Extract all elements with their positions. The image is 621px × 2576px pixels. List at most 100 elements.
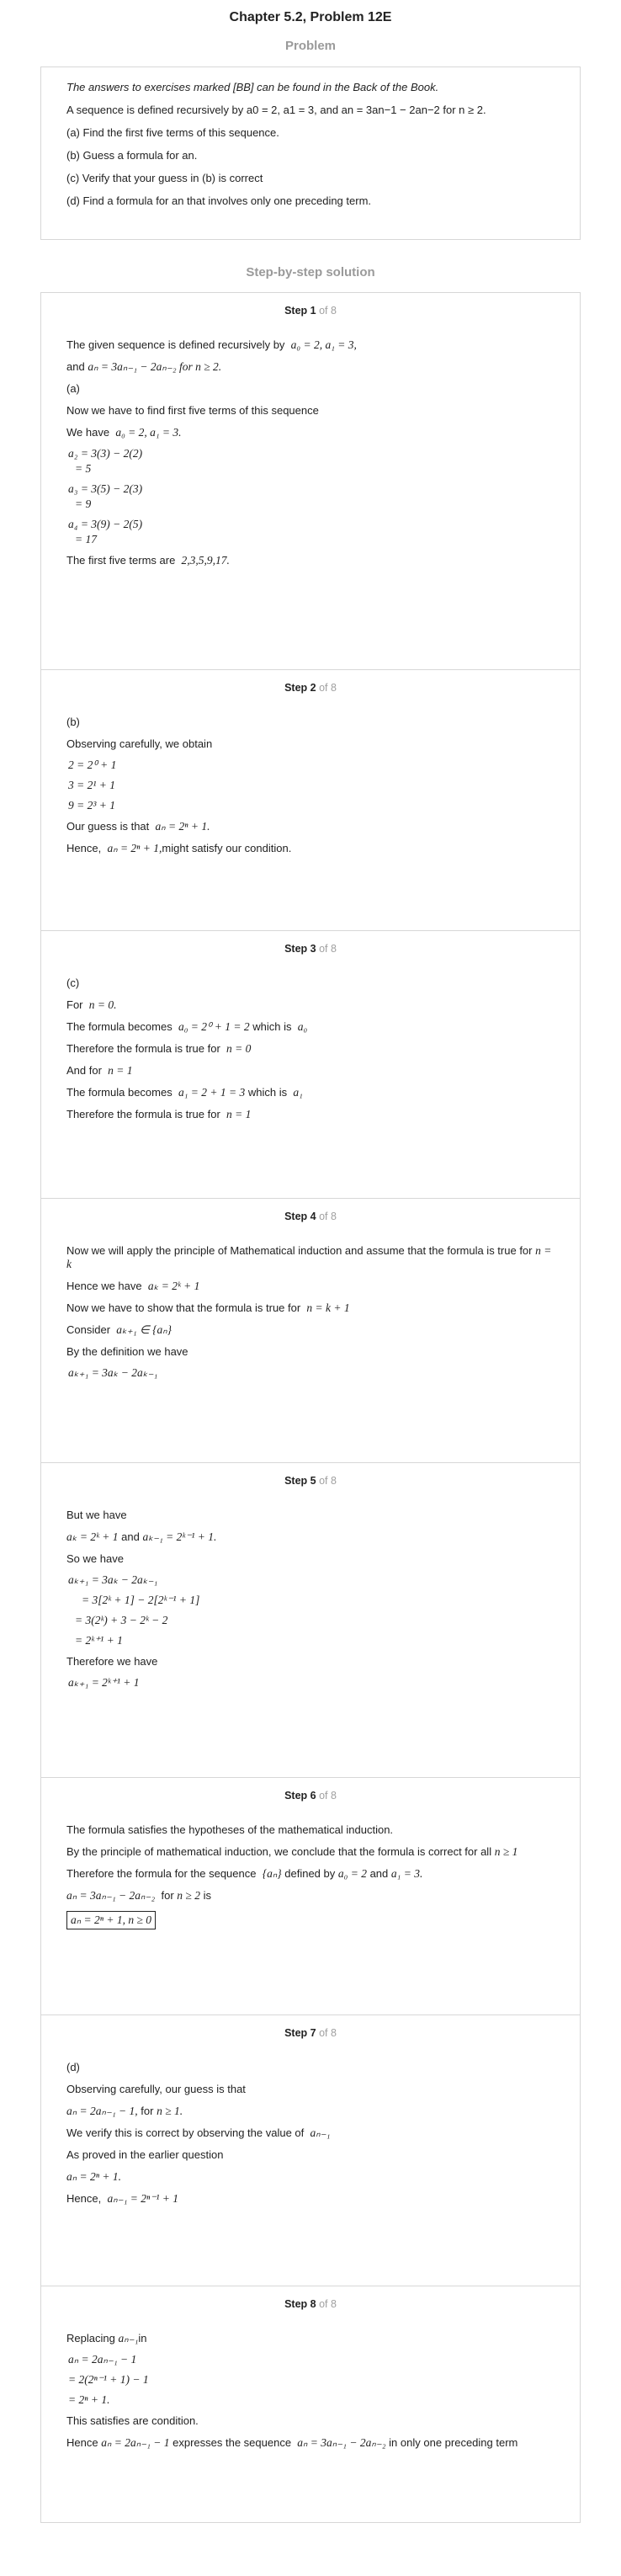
math: aₖ = 2ᵏ + 1 — [147, 1280, 200, 1292]
problem-heading: Problem — [284, 39, 336, 53]
text: Now we will apply the principle of Mathe… — [66, 1244, 533, 1257]
step-title: Step 5 of 8 — [66, 1475, 555, 1487]
step-title: Step 3 of 8 — [66, 943, 555, 955]
text-line: The formula becomes a₁ = 2 + 1 = 3 which… — [66, 1086, 555, 1099]
text: which is — [252, 1020, 292, 1033]
step-label: Step 5 — [284, 1475, 316, 1487]
math: a₀ = 2, a₁ = 3. — [115, 426, 182, 439]
step-total: of 8 — [319, 1790, 337, 1802]
math: aₙ = 2ⁿ + 1, — [107, 842, 162, 854]
step-total: of 8 — [319, 305, 337, 317]
text-line: Hence, aₙ₋₁ = 2ⁿ⁻¹ + 1 — [66, 2192, 555, 2206]
step-label: Step 6 — [284, 1790, 316, 1802]
text: defined by — [284, 1867, 336, 1880]
math: a₀ = 2 — [337, 1867, 367, 1880]
math: aₖ₋₁ = 2ᵏ⁻¹ + 1. — [142, 1530, 217, 1543]
math: a₀ = 2⁰ + 1 = 2 — [178, 1020, 250, 1033]
math: aₙ = 3aₙ₋₁ − 2aₙ₋₂ — [66, 1889, 156, 1902]
text-line: (d) — [66, 2061, 80, 2073]
equation: = 17 — [75, 533, 97, 546]
step-title: Step 1 of 8 — [66, 305, 555, 317]
equation: = 5 — [75, 462, 92, 475]
text: and — [369, 1867, 389, 1880]
math: n = 1 — [226, 1108, 252, 1120]
text-line: (b) — [66, 716, 80, 728]
math: a₁ = 3. — [390, 1867, 423, 1880]
problem-box: The answers to exercises marked [BB] can… — [40, 67, 581, 240]
text-line: aₙ = 2aₙ₋₁ − 1, for n ≥ 1. — [66, 2105, 555, 2118]
step-8: Step 8 of 8 Replacing aₙ₋₁in aₙ = 2aₙ₋₁ … — [41, 2286, 580, 2522]
equation: = 2(2ⁿ⁻¹ + 1) − 1 — [68, 2373, 149, 2386]
step-total: of 8 — [319, 2298, 337, 2310]
text: We verify this is correct by observing t… — [66, 2126, 305, 2139]
equation: a₄ = 3(9) − 2(5) — [68, 518, 143, 530]
step-label: Step 1 — [284, 305, 316, 317]
step-title: Step 4 of 8 — [66, 1211, 555, 1222]
math: aₙ = 2ⁿ + 1. — [66, 2170, 121, 2183]
text: Our guess is that — [66, 820, 150, 833]
step-label: Step 4 — [284, 1211, 316, 1222]
text: for — [141, 2105, 154, 2117]
text: Hence, — [66, 2192, 102, 2205]
text: The given sequence is defined recursivel… — [66, 338, 285, 351]
text: Now we have to show that the formula is … — [66, 1301, 301, 1314]
text: Hence we have — [66, 1280, 142, 1292]
text-line: and aₙ = 3aₙ₋₁ − 2aₙ₋₂ for n ≥ 2. — [66, 360, 555, 374]
math: a₀ = 2, a₁ = 3, — [290, 338, 357, 351]
problem-part-b: (b) Guess a formula for an. — [66, 149, 198, 162]
text-line: Observing carefully, we obtain — [66, 737, 213, 750]
problem-note: The answers to exercises marked [BB] can… — [66, 81, 439, 93]
step-4: Step 4 of 8 Now we will apply the princi… — [41, 1199, 580, 1463]
math: aₖ₊₁ ∈ {aₙ} — [116, 1323, 172, 1336]
text-line: aₙ = 3aₙ₋₁ − 2aₙ₋₂ for n ≥ 2 is — [66, 1889, 555, 1903]
text-line: Now we have to show that the formula is … — [66, 1301, 555, 1315]
math: n ≥ 1 — [494, 1845, 518, 1858]
text-line: Hence aₙ = 2aₙ₋₁ − 1 expresses the seque… — [66, 2436, 555, 2450]
equation: = 2ᵏ⁺¹ + 1 — [75, 1634, 123, 1647]
text: The first five terms are — [66, 554, 176, 567]
problem-part-a: (a) Find the first five terms of this se… — [66, 126, 279, 139]
equation: aₖ₊₁ = 3aₖ − 2aₖ₋₁ — [68, 1366, 158, 1379]
step-label: Step 8 — [284, 2298, 316, 2310]
text: Consider — [66, 1323, 111, 1336]
math: aₙ = 3aₙ₋₁ − 2aₙ₋₂ for n ≥ 2. — [88, 360, 222, 373]
equation: aₖ₊₁ = 3aₖ − 2aₖ₋₁ — [68, 1573, 158, 1586]
step-3: Step 3 of 8 (c) For n = 0. The formula b… — [41, 931, 580, 1199]
text: For — [66, 998, 83, 1011]
step-title: Step 2 of 8 — [66, 682, 555, 694]
text-line: Now we have to find first five terms of … — [66, 404, 319, 417]
text-line: Consider aₖ₊₁ ∈ {aₙ} — [66, 1323, 555, 1337]
step-5: Step 5 of 8 But we have aₖ = 2ᵏ + 1 and … — [41, 1463, 580, 1778]
text-line: The formula becomes a₀ = 2⁰ + 1 = 2 whic… — [66, 1020, 555, 1034]
step-7: Step 7 of 8 (d) Observing carefully, our… — [41, 2015, 580, 2286]
text-line: We have a₀ = 2, a₁ = 3. — [66, 426, 555, 439]
text: and — [121, 1530, 140, 1543]
text: By the principle of mathematical inducti… — [66, 1845, 492, 1858]
text: for — [161, 1889, 174, 1902]
text-line: Now we will apply the principle of Mathe… — [66, 1244, 555, 1271]
text: Therefore the formula for the sequence — [66, 1867, 257, 1880]
text-line: Therefore the formula for the sequence {… — [66, 1867, 555, 1881]
text-line: aₖ = 2ᵏ + 1 and aₖ₋₁ = 2ᵏ⁻¹ + 1. — [66, 1530, 555, 1544]
math: aₖ = 2ᵏ + 1 — [66, 1530, 119, 1543]
problem-part-d: (d) Find a formula for an that involves … — [66, 194, 372, 207]
equation: a₂ = 3(3) − 2(2) — [68, 447, 143, 460]
text: might satisfy our condition. — [162, 842, 292, 854]
equation: 2 = 2⁰ + 1 — [68, 758, 117, 771]
text: The formula becomes — [66, 1086, 172, 1099]
math: n ≥ 2 — [177, 1889, 200, 1902]
text: expresses the sequence — [172, 2436, 292, 2449]
step-title: Step 6 of 8 — [66, 1790, 555, 1802]
step-6: Step 6 of 8 The formula satisfies the hy… — [41, 1778, 580, 2015]
text: Hence, — [66, 842, 102, 854]
text: Hence — [66, 2436, 98, 2449]
equation: = 3[2ᵏ + 1] − 2[2ᵏ⁻¹ + 1] — [82, 1594, 200, 1606]
text-line: This satisfies are condition. — [66, 2414, 199, 2427]
equation: = 3(2ᵏ) + 3 − 2ᵏ − 2 — [75, 1614, 168, 1626]
problem-part-c: (c) Verify that your guess in (b) is cor… — [66, 172, 263, 184]
text: Therefore the formula is true for — [66, 1108, 220, 1120]
step-total: of 8 — [319, 2027, 337, 2039]
equation: 9 = 2³ + 1 — [68, 799, 116, 812]
text: in — [138, 2332, 147, 2344]
text-line: The first five terms are 2,3,5,9,17. — [66, 554, 555, 567]
